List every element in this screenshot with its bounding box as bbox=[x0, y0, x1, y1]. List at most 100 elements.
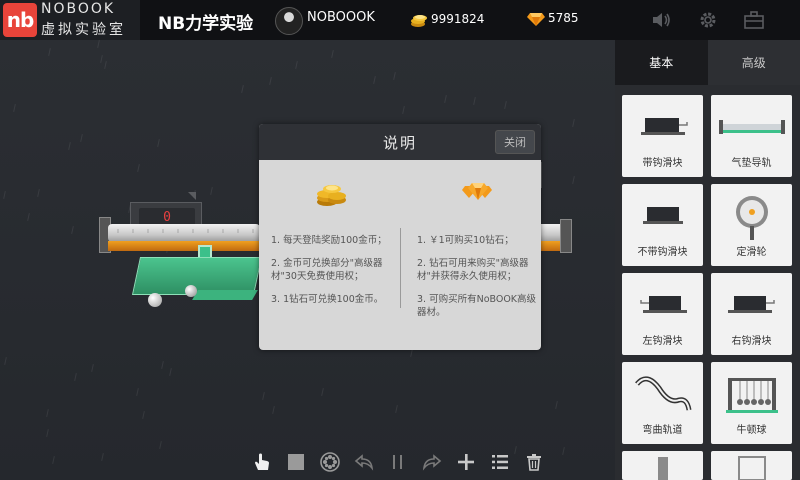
hand-icon[interactable] bbox=[250, 450, 274, 474]
equipment-air-track[interactable]: 气垫导轨 bbox=[711, 95, 792, 177]
app-root: nb NOBOOK 虚拟实验室 NB力学实验 NOBOOOK 9991824 5… bbox=[0, 0, 800, 480]
film-reel-icon[interactable] bbox=[318, 450, 342, 474]
ball-small[interactable] bbox=[185, 285, 197, 297]
background-streak bbox=[410, 348, 413, 358]
air-track-icon bbox=[718, 120, 785, 134]
equipment-label: 牛顿球 bbox=[736, 425, 767, 436]
coins-rule-1: 1. 每天登陆奖励100金币； bbox=[271, 235, 387, 246]
equipment-label: 右钩滑块 bbox=[731, 336, 772, 347]
gem-balance: 5785 bbox=[548, 11, 579, 25]
equipment-label: 带钩滑块 bbox=[642, 158, 683, 169]
gold-coins-icon bbox=[317, 185, 346, 206]
rail-end-right bbox=[560, 219, 572, 253]
diamonds-rule-1: 1. ￥1可购买10钻石； bbox=[417, 235, 514, 246]
equipment-label: 左钩滑块 bbox=[642, 336, 683, 347]
coins-icon bbox=[411, 15, 427, 27]
pulley-icon bbox=[735, 196, 768, 240]
background-streak bbox=[331, 49, 334, 59]
background-streak bbox=[555, 400, 558, 410]
background-streak bbox=[4, 356, 7, 366]
diamonds-icon bbox=[462, 183, 492, 200]
dialog-header: 说明 关闭 bbox=[259, 124, 541, 160]
background-streak bbox=[395, 404, 398, 414]
logo: nb NOBOOK 虚拟实验室 bbox=[0, 0, 140, 40]
coins-rule-2: 2. 金币可兑换部分"高级器材"30天免费使用权； bbox=[271, 258, 383, 282]
background-streak bbox=[48, 47, 51, 57]
column-divider bbox=[400, 228, 401, 308]
dialog-title: 说明 bbox=[382, 133, 417, 152]
coin-balance: 9991824 bbox=[431, 12, 485, 26]
logo-cn: 虚拟实验室 bbox=[41, 22, 126, 38]
air-track-rail-right bbox=[540, 224, 562, 242]
background-streak bbox=[3, 190, 6, 200]
diamonds-info: 1. ￥1可购买10钻石； 2. 钻石可用来购买"高级器材"并获得永久使用权； … bbox=[417, 180, 539, 329]
background-streak bbox=[137, 163, 140, 173]
add-icon[interactable] bbox=[454, 450, 478, 474]
background-streak bbox=[27, 212, 30, 222]
username[interactable]: NOBOOOK bbox=[307, 10, 375, 25]
avatar[interactable] bbox=[275, 7, 303, 35]
info-dialog: 说明 关闭 1. 每天登陆奖励100金币； 2. 金币可兑换部分"高级器材"30… bbox=[259, 124, 541, 350]
tab-advanced[interactable]: 高级 bbox=[707, 40, 800, 85]
dialog-body: 1. 每天登陆奖励100金币； 2. 金币可兑换部分"高级器材"30天免费使用权… bbox=[259, 160, 541, 350]
background-streak bbox=[295, 60, 298, 70]
coins-rule-3: 3. 1钻石可兑换100金币。 bbox=[271, 294, 384, 305]
equipment-slider[interactable]: 不带钩滑块 bbox=[622, 184, 703, 266]
right-hook-slider-icon bbox=[727, 296, 775, 313]
equipment-newton-cradle[interactable]: 牛顿球 bbox=[711, 362, 792, 444]
background-streak bbox=[444, 94, 447, 104]
list-icon[interactable] bbox=[488, 450, 512, 474]
background-streak bbox=[161, 360, 164, 370]
equipment-more-1[interactable] bbox=[622, 451, 703, 480]
background-streak bbox=[46, 408, 49, 418]
background-streak bbox=[262, 391, 265, 401]
sound-icon[interactable] bbox=[650, 9, 672, 31]
counter-value: 0 bbox=[163, 209, 171, 225]
equipment-left-hook-slider[interactable]: 左钩滑块 bbox=[622, 273, 703, 355]
stop-icon[interactable] bbox=[284, 450, 308, 474]
background-streak bbox=[169, 367, 172, 377]
background-streak bbox=[373, 75, 376, 85]
equipment-label: 不带钩滑块 bbox=[637, 247, 688, 258]
background-streak bbox=[46, 428, 49, 438]
air-track-rail[interactable] bbox=[108, 224, 260, 242]
background-streak bbox=[572, 118, 575, 128]
app-title: NB力学实验 bbox=[158, 14, 254, 34]
redo-icon[interactable] bbox=[420, 450, 444, 474]
equipment-hook-slider[interactable]: 带钩滑块 bbox=[622, 95, 703, 177]
close-button[interactable]: 关闭 bbox=[495, 130, 535, 154]
gear-icon[interactable] bbox=[697, 9, 719, 31]
background-streak bbox=[157, 138, 160, 148]
undo-icon[interactable] bbox=[352, 450, 376, 474]
diamonds-rule-3: 3. 可购买所有NoBOOK高级器材。 bbox=[417, 294, 537, 318]
background-streak bbox=[473, 96, 476, 106]
equipment-pulley[interactable]: 定滑轮 bbox=[711, 184, 792, 266]
logo-en: NOBOOK bbox=[41, 1, 116, 17]
equipment-label: 气垫导轨 bbox=[731, 158, 772, 169]
background-streak bbox=[136, 387, 139, 397]
equipment-curved-track[interactable]: 弯曲轨道 bbox=[622, 362, 703, 444]
pause-icon[interactable] bbox=[386, 450, 410, 474]
background-streak bbox=[100, 54, 103, 64]
ball[interactable] bbox=[148, 293, 162, 307]
trash-icon[interactable] bbox=[522, 450, 546, 474]
background-streak bbox=[321, 387, 324, 397]
background-streak bbox=[402, 105, 405, 115]
slider-icon bbox=[642, 207, 683, 224]
tab-basic[interactable]: 基本 bbox=[615, 40, 708, 85]
background-streak bbox=[101, 452, 104, 462]
background-streak bbox=[159, 440, 162, 450]
bottom-toolbar bbox=[250, 448, 546, 476]
equipment-right-hook-slider[interactable]: 右钩滑块 bbox=[711, 273, 792, 355]
background-streak bbox=[393, 71, 396, 81]
background-streak bbox=[97, 40, 100, 49]
toolbox-icon[interactable] bbox=[743, 9, 765, 31]
background-streak bbox=[74, 372, 77, 382]
equipment-more-2[interactable] bbox=[711, 451, 792, 480]
hook-slider-icon bbox=[640, 118, 688, 135]
background-streak bbox=[272, 405, 275, 415]
background-streak bbox=[91, 363, 94, 373]
curved-track-icon bbox=[634, 376, 691, 411]
background-streak bbox=[13, 103, 16, 113]
background-streak bbox=[269, 76, 272, 86]
